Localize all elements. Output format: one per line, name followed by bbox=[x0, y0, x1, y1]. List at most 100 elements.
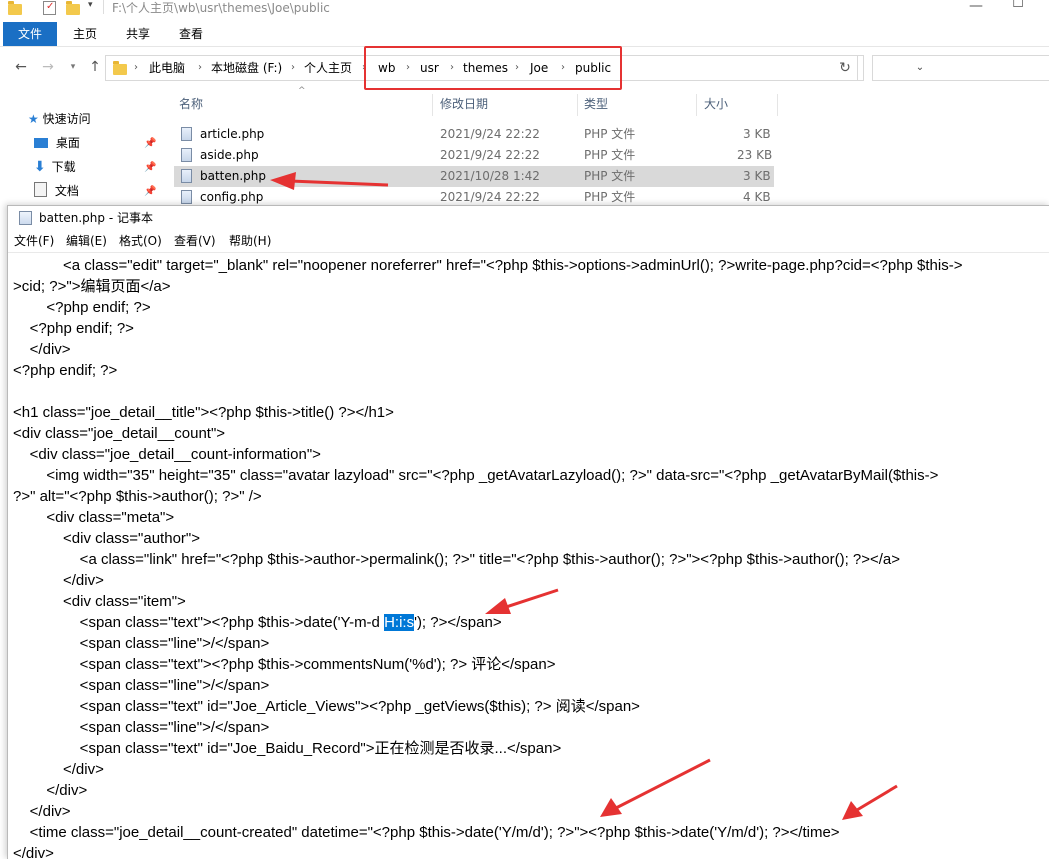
pin-icon[interactable]: 📌 bbox=[144, 162, 156, 173]
sidebar-item-desktop[interactable]: 桌面 bbox=[34, 133, 80, 153]
breadcrumb-personal-home[interactable]: 个人主页 bbox=[304, 56, 352, 80]
code-line: <span class="text" id="Joe_Baidu_Record"… bbox=[13, 740, 562, 757]
file-type: PHP 文件 bbox=[584, 190, 636, 204]
breadcrumb-this-pc[interactable]: 此电脑 bbox=[149, 56, 185, 80]
sidebar-item-label: 快速访问 bbox=[42, 112, 91, 126]
chevron-right-icon: › bbox=[134, 62, 138, 73]
notepad-icon bbox=[19, 211, 32, 225]
maximize-icon[interactable]: ☐ bbox=[1010, 0, 1026, 12]
star-icon: ★ bbox=[28, 112, 39, 126]
code-line: <h1 class="joe_detail__title"><?php $thi… bbox=[13, 404, 394, 421]
tab-home[interactable]: 主页 bbox=[71, 22, 99, 46]
notepad-titlebar: batten.php - 记事本 bbox=[8, 206, 1049, 230]
chevron-right-icon: › bbox=[291, 62, 295, 73]
window-title-path: F:\个人主页\wb\usr\themes\Joe\public bbox=[112, 1, 330, 15]
forward-arrow-icon[interactable]: → bbox=[40, 59, 56, 75]
code-editor-area[interactable]: <a class="edit" target="_blank" rel="noo… bbox=[8, 252, 1049, 859]
folder-icon bbox=[113, 61, 127, 75]
code-line: ?>" alt="<?php $this->author(); ?>" /> bbox=[13, 488, 262, 505]
code-line: <a class="edit" target="_blank" rel="noo… bbox=[13, 257, 963, 274]
recent-locations-icon[interactable]: ▾ bbox=[65, 59, 81, 75]
sort-up-icon: ^ bbox=[298, 86, 306, 96]
column-header-size[interactable]: 大小 bbox=[704, 90, 728, 118]
selected-text[interactable]: H:i:s bbox=[384, 614, 415, 631]
address-highlight-box bbox=[364, 46, 622, 90]
quick-access-dropdown-icon[interactable]: ▾ bbox=[88, 0, 102, 14]
code-line: </div> bbox=[13, 341, 71, 358]
notepad-title: batten.php - 记事本 bbox=[39, 211, 153, 225]
desktop-icon bbox=[34, 138, 48, 148]
up-arrow-icon[interactable]: ↑ bbox=[87, 59, 103, 75]
column-header-type[interactable]: 类型 bbox=[584, 90, 608, 118]
code-line: </div> bbox=[13, 761, 104, 778]
code-line: <div class="author"> bbox=[13, 530, 200, 547]
file-date: 2021/9/24 22:22 bbox=[440, 190, 540, 204]
column-header-name[interactable]: 名称 bbox=[179, 90, 203, 118]
file-type: PHP 文件 bbox=[584, 127, 636, 141]
code-line: </div> bbox=[13, 803, 71, 820]
code-line: <?php endif; ?> bbox=[13, 362, 118, 379]
code-line: <div class="item"> bbox=[13, 593, 186, 610]
pin-icon[interactable]: 📌 bbox=[144, 138, 156, 149]
code-line-date: <span class="text"><?php $this->date('Y-… bbox=[13, 612, 502, 633]
download-icon: ⬇ bbox=[34, 159, 46, 175]
breadcrumb-local-disk[interactable]: 本地磁盘 (F:) bbox=[211, 56, 282, 80]
file-name: aside.php bbox=[200, 148, 259, 162]
code-line: <span class="line">/</span> bbox=[13, 677, 270, 694]
code-line: </div> bbox=[13, 572, 104, 589]
file-size: 4 KB bbox=[743, 190, 771, 204]
code-line: >cid; ?>">编辑页面</a> bbox=[13, 278, 171, 295]
code-line: <div class="joe_detail__count"> bbox=[13, 425, 226, 442]
file-name: batten.php bbox=[200, 169, 267, 183]
tab-share[interactable]: 共享 bbox=[124, 22, 152, 46]
code-line: <a class="link" href="<?php $this->autho… bbox=[13, 551, 901, 568]
tab-view[interactable]: 查看 bbox=[177, 22, 205, 46]
chevron-right-icon: › bbox=[198, 62, 202, 73]
file-size: 3 KB bbox=[743, 169, 771, 183]
file-name: article.php bbox=[200, 127, 265, 141]
file-date: 2021/9/24 22:22 bbox=[440, 127, 540, 141]
file-row[interactable]: article.php 2021/9/24 22:22 PHP 文件 3 KB bbox=[174, 124, 774, 145]
sidebar-item-quick-access[interactable]: ★ 快速访问 bbox=[28, 109, 91, 129]
notepad-window: batten.php - 记事本 文件(F) 编辑(E) 格式(O) 查看(V)… bbox=[7, 205, 1049, 859]
notepad-menubar: 文件(F) 编辑(E) 格式(O) 查看(V) 帮助(H) bbox=[8, 231, 1049, 251]
menu-help[interactable]: 帮助(H) bbox=[229, 231, 271, 251]
code-line: <span class="text" id="Joe_Article_Views… bbox=[13, 698, 640, 715]
menu-view[interactable]: 查看(V) bbox=[174, 231, 216, 251]
folder-icon bbox=[8, 1, 22, 18]
ribbon-tabs: 文件 主页 共享 查看 bbox=[0, 22, 1049, 47]
sidebar-item-label: 桌面 bbox=[55, 136, 80, 150]
sidebar-item-documents[interactable]: 文档 bbox=[34, 181, 79, 201]
code-line: <span class="line">/</span> bbox=[13, 719, 270, 736]
php-file-icon bbox=[181, 148, 192, 162]
new-folder-icon[interactable] bbox=[66, 1, 80, 18]
menu-file[interactable]: 文件(F) bbox=[14, 231, 54, 251]
php-file-icon bbox=[181, 169, 192, 183]
properties-icon[interactable]: ✓ bbox=[43, 1, 56, 15]
search-input[interactable] bbox=[872, 55, 1049, 81]
document-icon bbox=[34, 182, 47, 197]
file-type: PHP 文件 bbox=[584, 148, 636, 162]
code-line: <span class="text"><?php $this->comments… bbox=[13, 656, 556, 673]
column-header-date[interactable]: 修改日期 bbox=[440, 90, 488, 118]
file-date: 2021/9/24 22:22 bbox=[440, 148, 540, 162]
code-line: <?php endif; ?> bbox=[13, 320, 134, 337]
refresh-button[interactable]: ↻ bbox=[833, 55, 858, 81]
file-size: 3 KB bbox=[743, 127, 771, 141]
tab-file[interactable]: 文件 bbox=[3, 22, 57, 46]
menu-edit[interactable]: 编辑(E) bbox=[66, 231, 107, 251]
file-explorer-window: ✓ ▾ F:\个人主页\wb\usr\themes\Joe\public — ☐… bbox=[0, 0, 1049, 205]
code-line: <img width="35" height="35" class="avata… bbox=[13, 467, 939, 484]
navigation-pane: ★ 快速访问 桌面 📌 ⬇ 下载 📌 文档 📌 bbox=[0, 90, 170, 205]
minimize-icon[interactable]: — bbox=[964, 0, 988, 14]
sidebar-item-downloads[interactable]: ⬇ 下载 bbox=[34, 157, 76, 177]
file-row-selected[interactable]: batten.php 2021/10/28 1:42 PHP 文件 3 KB bbox=[174, 166, 774, 187]
file-type: PHP 文件 bbox=[584, 169, 636, 183]
menu-format[interactable]: 格式(O) bbox=[119, 231, 162, 251]
code-line: <?php endif; ?> bbox=[13, 299, 151, 316]
pin-icon[interactable]: 📌 bbox=[144, 186, 156, 197]
file-row[interactable]: aside.php 2021/9/24 22:22 PHP 文件 23 KB bbox=[174, 145, 774, 166]
php-file-icon bbox=[181, 127, 192, 141]
file-row[interactable]: config.php 2021/9/24 22:22 PHP 文件 4 KB bbox=[174, 187, 774, 205]
back-arrow-icon[interactable]: ← bbox=[13, 59, 29, 75]
